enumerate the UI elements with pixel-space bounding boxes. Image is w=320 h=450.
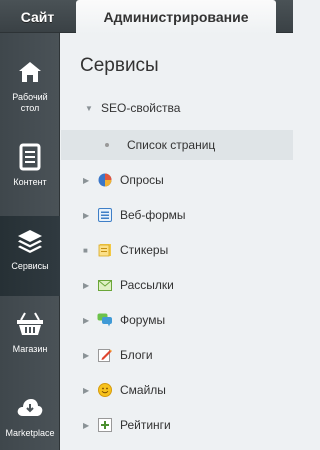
menu-item-content[interactable]: Контент — [0, 132, 60, 212]
tree-item-label: Опросы — [120, 173, 164, 187]
tab-site[interactable]: Сайт — [0, 0, 75, 33]
menu-label: Сервисы — [11, 261, 49, 271]
tree-item-label: Стикеры — [120, 243, 169, 257]
tree-item-seo[interactable]: ▼ SEO-свойства — [61, 93, 293, 123]
home-icon — [12, 57, 48, 87]
chevron-right-icon[interactable]: ▶ — [83, 211, 91, 220]
chevron-right-icon[interactable]: ▶ — [83, 176, 91, 185]
menu-item-shop[interactable]: Магазин — [0, 299, 60, 379]
tree-item-label: Смайлы — [120, 383, 166, 397]
blog-icon — [97, 347, 113, 363]
forum-icon — [97, 312, 113, 328]
layers-icon — [12, 226, 48, 256]
mail-icon — [97, 277, 113, 293]
tree-item-label: Рейтинги — [120, 418, 171, 432]
tree-item-label: Блоги — [120, 348, 153, 362]
tree-item-ratings[interactable]: ▶ Рейтинги — [61, 410, 293, 440]
tree-item-blogs[interactable]: ▶ Блоги — [61, 340, 293, 370]
sticker-icon — [97, 242, 113, 258]
tree-item-mailings[interactable]: ▶ Рассылки — [61, 270, 293, 300]
menu-label: Контент — [13, 177, 47, 187]
services-panel: Сервисы ▼ SEO-свойства Список страниц ▶ … — [61, 33, 293, 450]
menu-label: Магазин — [12, 344, 48, 354]
menu-item-marketplace[interactable]: Marketplace — [0, 383, 60, 450]
rating-icon — [97, 417, 113, 433]
menu-item-desktop[interactable]: Рабочий стол — [0, 47, 60, 127]
menu-item-services[interactable]: Сервисы — [0, 216, 60, 296]
left-menu: Рабочий стол Контент Сервисы Магазин Mar… — [0, 33, 60, 450]
menu-label: Marketplace — [5, 428, 55, 438]
tree-item-forums[interactable]: ▶ Форумы — [61, 305, 293, 335]
cloud-download-icon — [12, 393, 48, 423]
tree-item-page-list[interactable]: Список страниц — [61, 130, 293, 160]
tree-item-stickers[interactable]: ■ Стикеры — [61, 235, 293, 265]
document-icon — [12, 142, 48, 172]
chevron-down-icon[interactable]: ▼ — [85, 104, 93, 113]
chevron-right-icon[interactable]: ▶ — [83, 386, 91, 395]
poll-icon — [97, 172, 113, 188]
page-title: Сервисы — [80, 55, 159, 76]
bullet-icon: ■ — [83, 245, 88, 255]
chevron-right-icon[interactable]: ▶ — [83, 281, 91, 290]
top-tabbar: Сайт Администрирование — [0, 0, 293, 34]
tree-item-label: SEO-свойства — [101, 101, 181, 115]
tree-item-polls[interactable]: ▶ Опросы — [61, 165, 293, 195]
tree-item-label: Форумы — [120, 313, 166, 327]
form-icon — [97, 207, 113, 223]
tree-item-webforms[interactable]: ▶ Веб-формы — [61, 200, 293, 230]
chevron-right-icon[interactable]: ▶ — [83, 316, 91, 325]
tab-admin[interactable]: Администрирование — [76, 0, 276, 34]
tree-item-smileys[interactable]: ▶ Смайлы — [61, 375, 293, 405]
menu-label: Рабочий стол — [12, 92, 48, 113]
tree-item-label: Веб-формы — [120, 208, 186, 222]
chevron-right-icon[interactable]: ▶ — [83, 421, 91, 430]
basket-icon — [12, 309, 48, 339]
smile-icon — [97, 382, 113, 398]
bullet-icon — [105, 143, 109, 147]
tree-item-label: Рассылки — [120, 278, 174, 292]
chevron-right-icon[interactable]: ▶ — [83, 351, 91, 360]
tree-item-label: Список страниц — [127, 138, 216, 152]
